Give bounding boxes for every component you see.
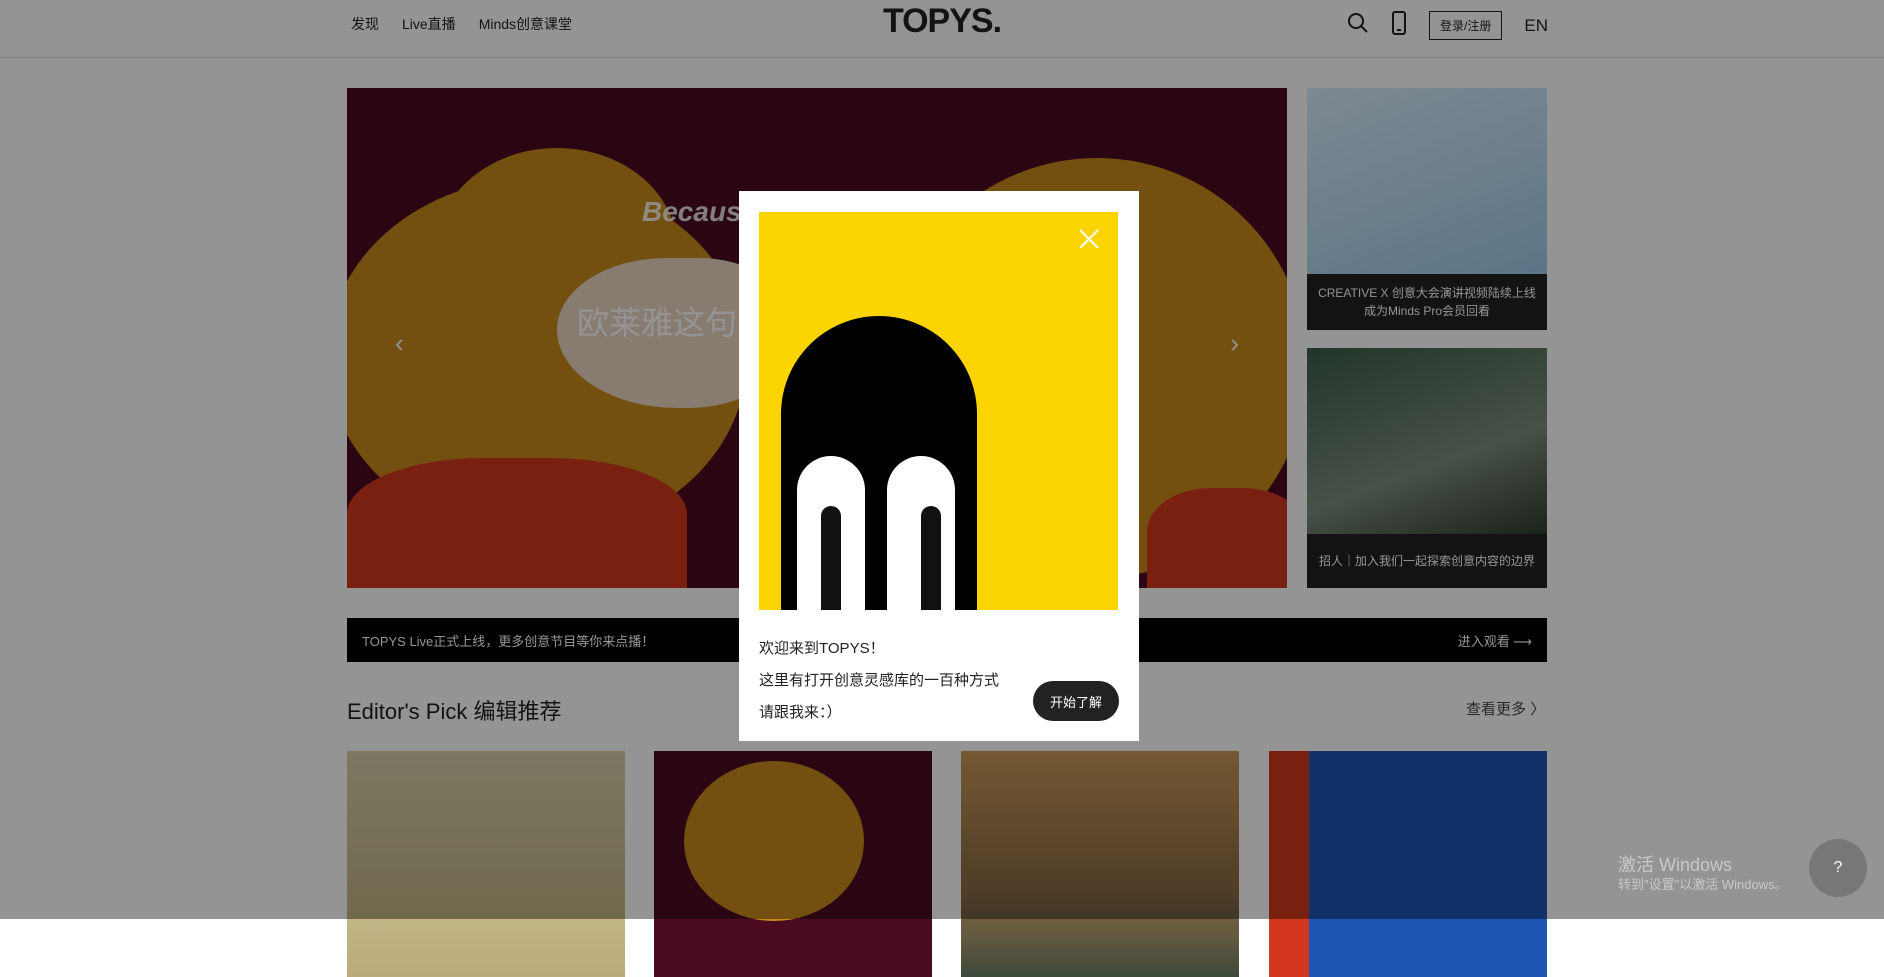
watermark-line-1: 激活 Windows (1618, 855, 1733, 875)
help-bot-button[interactable]: ? (1809, 839, 1867, 897)
modal-line-3: 请跟我来：） (759, 704, 842, 721)
watermark-line-2: 转到"设置"以激活 Windows。 (1618, 877, 1788, 892)
windows-watermark: 激活 Windows 转到"设置"以激活 Windows。 (1618, 855, 1788, 895)
minds-logo-slot-left (821, 506, 841, 610)
modal-text: 欢迎来到TOPYS！ 这里有打开创意灵感库的一百种方式 请跟我来：） (759, 633, 999, 729)
start-button[interactable]: 开始了解 (1033, 681, 1119, 721)
minds-logo-slot-right (921, 506, 941, 610)
help-bot-label: ? (1833, 859, 1843, 876)
welcome-modal: 欢迎来到TOPYS！ 这里有打开创意灵感库的一百种方式 请跟我来：） 开始了解 (739, 191, 1139, 741)
modal-line-1: 欢迎来到TOPYS！ (759, 640, 885, 657)
close-icon[interactable] (1076, 226, 1102, 252)
modal-line-2: 这里有打开创意灵感库的一百种方式 (759, 672, 1000, 689)
modal-illustration (759, 212, 1118, 610)
